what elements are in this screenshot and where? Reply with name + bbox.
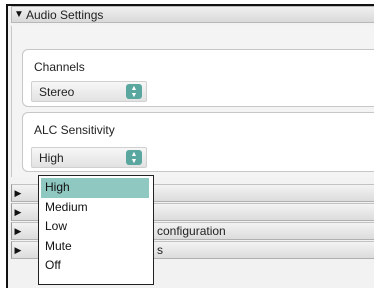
alc-sensitivity-select[interactable]: High ▲ ▼ (31, 147, 147, 168)
alc-sensitivity-label: ALC Sensitivity (34, 123, 115, 137)
up-down-arrows-icon: ▲ ▼ (126, 84, 142, 99)
triangle-down-icon: ▼ (14, 9, 24, 20)
dropdown-option-mute[interactable]: Mute (41, 237, 149, 257)
dropdown-option-low[interactable]: Low (41, 217, 149, 237)
channels-selected-value: Stereo (39, 85, 75, 99)
alc-sensitivity-selected-value: High (39, 151, 64, 165)
channels-label: Channels (34, 60, 85, 74)
dropdown-option-high[interactable]: High (41, 178, 149, 198)
triangle-right-icon: ▶ (14, 187, 22, 198)
alc-sensitivity-dropdown-list: High Medium Low Mute Off (38, 175, 154, 285)
channels-select[interactable]: Stereo ▲ ▼ (31, 81, 147, 102)
triangle-right-icon: ▶ (14, 206, 22, 217)
audio-settings-title: Audio Settings (26, 7, 104, 22)
dropdown-option-off[interactable]: Off (41, 256, 149, 276)
collapsed-section-3-label: configuration (157, 224, 226, 238)
collapsed-section-4-label: s (157, 243, 163, 257)
dropdown-option-medium[interactable]: Medium (41, 198, 149, 218)
triangle-right-icon: ▶ (14, 244, 22, 255)
audio-settings-body: Channels Stereo ▲ ▼ ALC Sensitivity High … (11, 26, 374, 177)
up-down-arrows-icon: ▲ ▼ (126, 150, 142, 165)
triangle-right-icon: ▶ (14, 225, 22, 236)
audio-settings-header[interactable]: ▼ Audio Settings (11, 6, 374, 23)
alc-sensitivity-group: ALC Sensitivity High ▲ ▼ (22, 112, 374, 172)
channels-group: Channels Stereo ▲ ▼ (22, 49, 374, 107)
